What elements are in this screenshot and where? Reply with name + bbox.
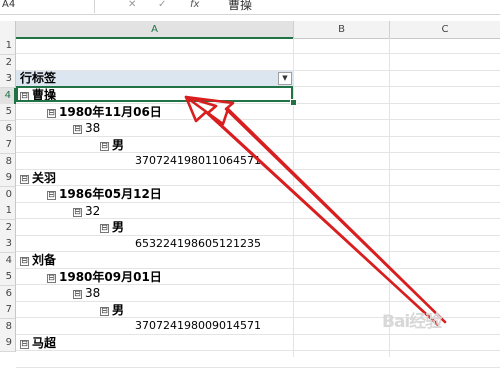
- grid-row-line: [16, 366, 500, 368]
- annotation-arrow-icon: [184, 95, 447, 327]
- arrow-outline-icon: [184, 95, 447, 327]
- watermark-logo: Bai经验: [382, 312, 442, 332]
